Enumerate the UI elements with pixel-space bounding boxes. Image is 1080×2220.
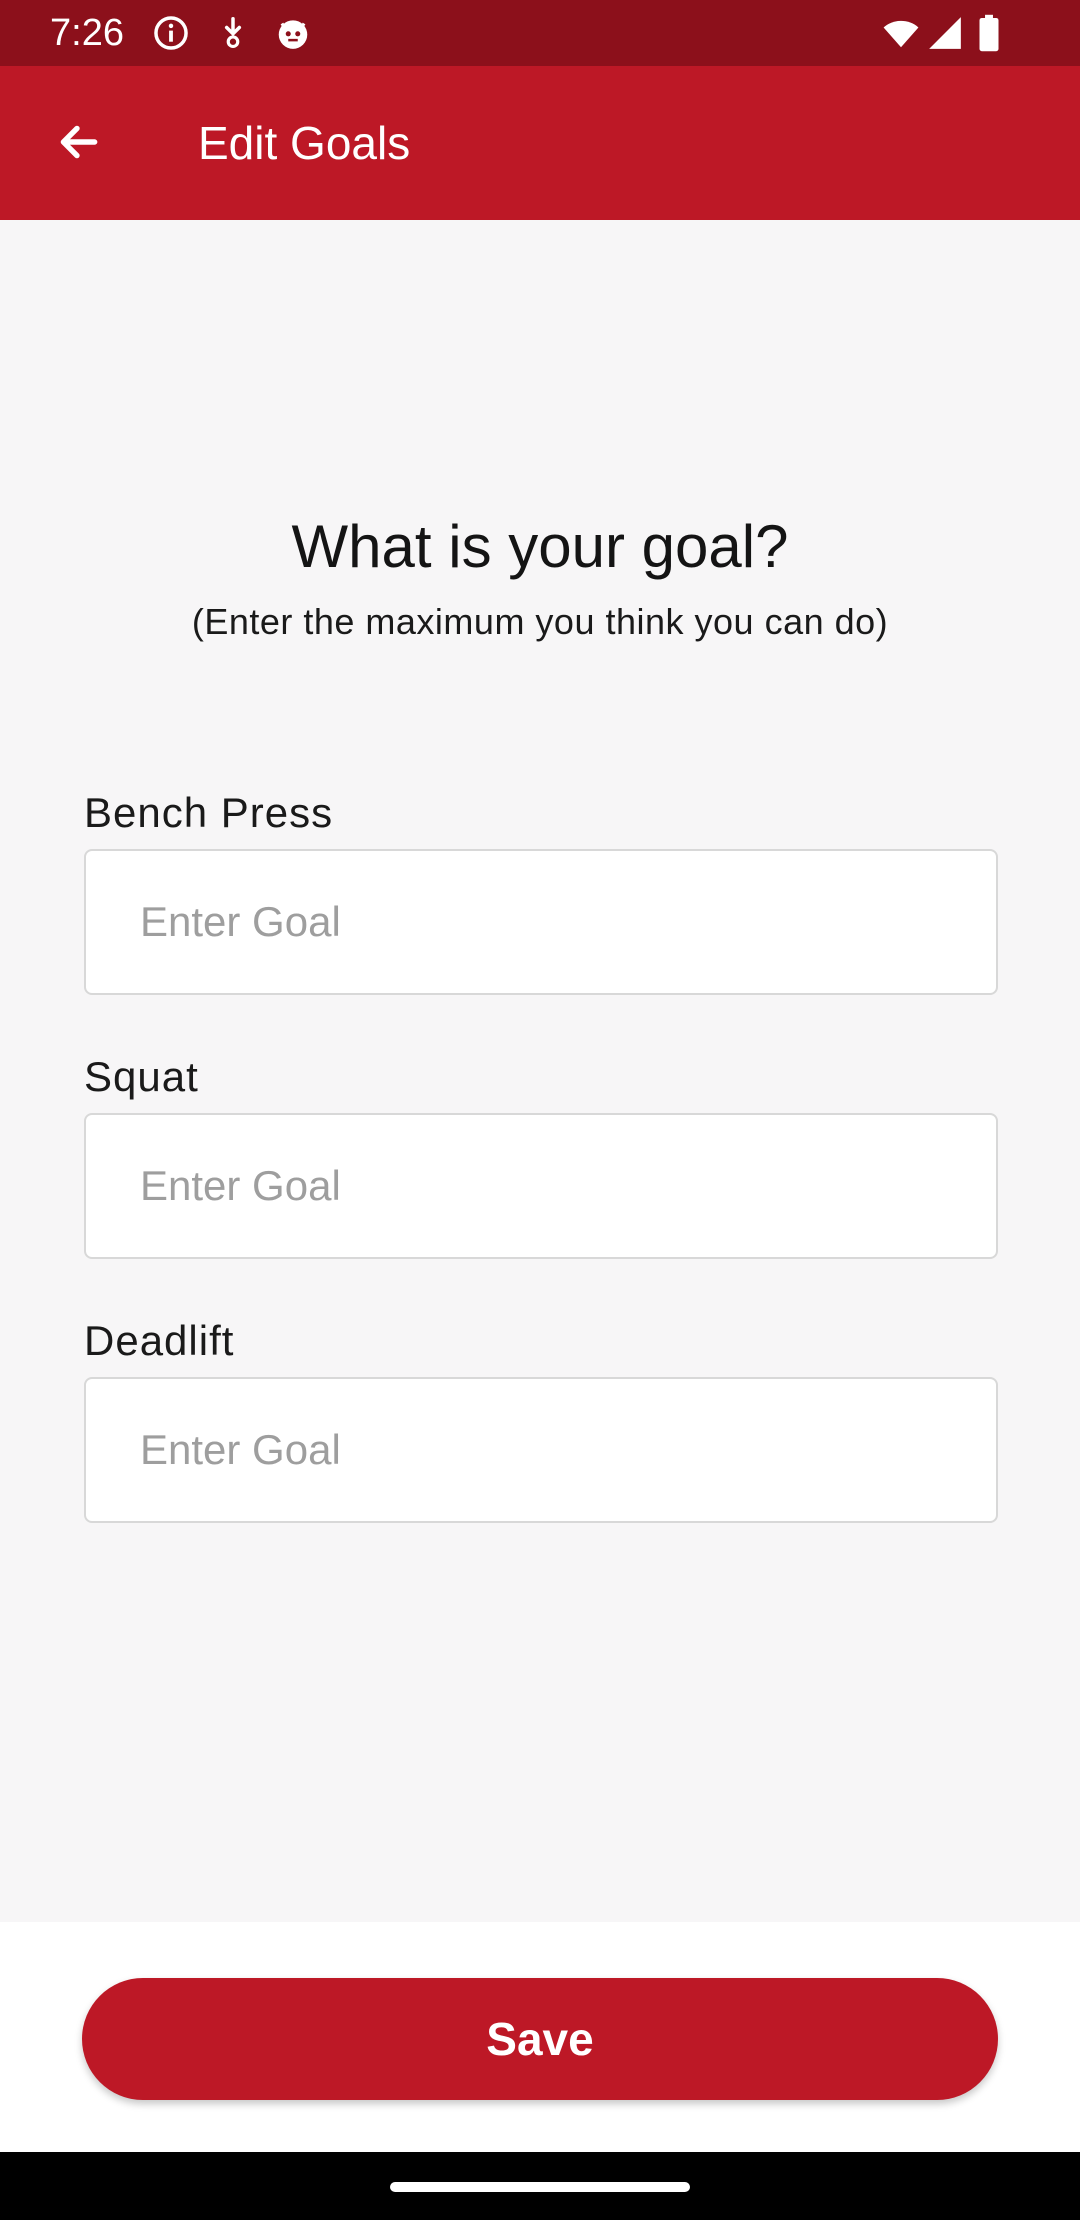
goal-hint: (Enter the maximum you think you can do) [191,601,889,642]
page-title: Edit Goals [198,117,411,169]
info-icon [152,14,190,52]
system-nav-bar [0,2152,1080,2220]
squat-label: Squat [84,1053,199,1100]
home-indicator[interactable] [390,2182,690,2192]
app-bar: Edit Goals [0,66,1080,220]
back-button[interactable] [40,104,116,180]
squat-input[interactable] [84,1113,998,1259]
signal-icon [926,14,964,52]
edit-goals-screen: 7:26 Edit Goals What is your goal? (Ente… [0,0,1080,2220]
bench-press-input[interactable] [84,849,998,995]
status-bar: 7:26 [0,0,1080,66]
download-icon [214,14,252,52]
deadlift-input[interactable] [84,1377,998,1523]
save-button[interactable]: Save [82,1978,998,2100]
main-content: What is your goal? (Enter the maximum yo… [0,220,1080,1922]
face-icon [274,14,312,52]
battery-icon [974,14,1004,52]
goal-question: What is your goal? [291,513,789,580]
deadlift-label: Deadlift [84,1317,235,1364]
bench-press-label: Bench Press [84,789,334,836]
wifi-icon [880,14,922,52]
bottom-action-bar: Save [0,1922,1080,2152]
status-time: 7:26 [50,12,124,54]
arrow-left-icon [53,117,103,167]
